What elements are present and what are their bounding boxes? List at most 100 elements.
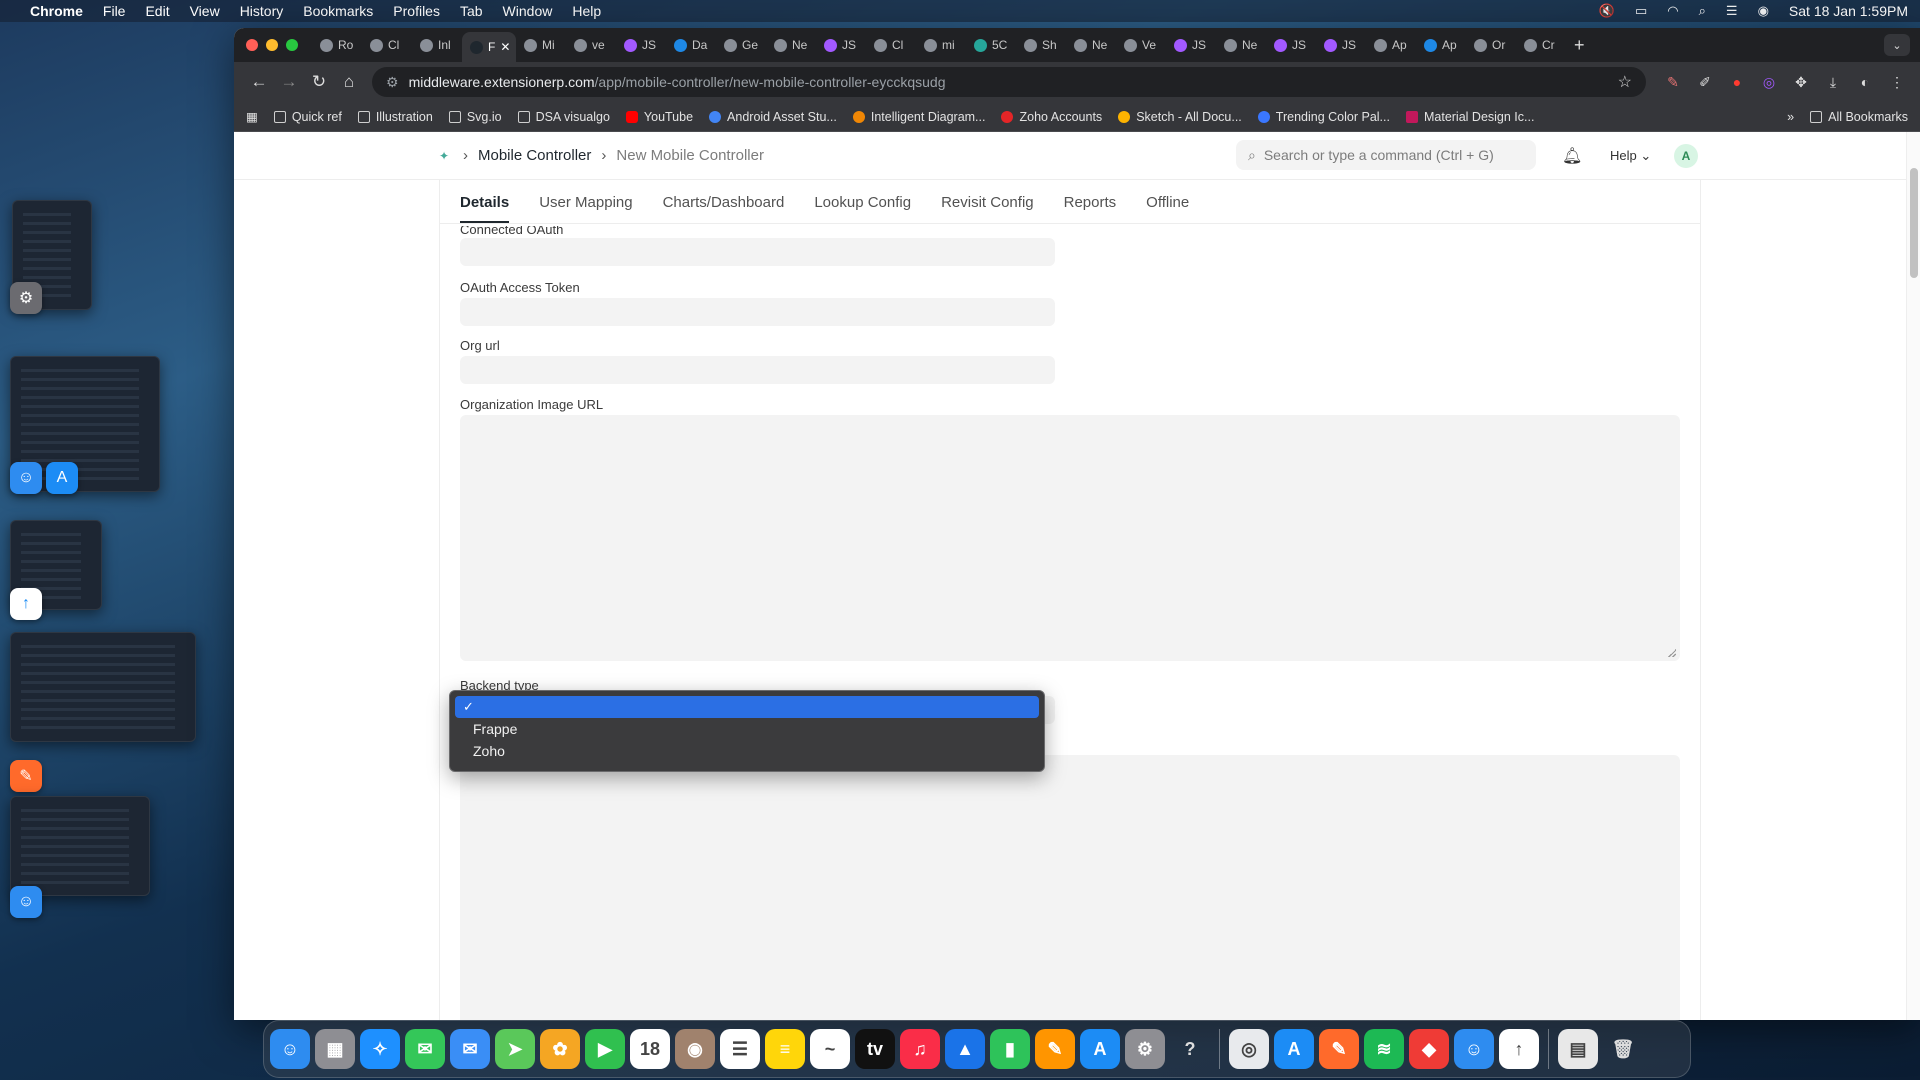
page-scrollbar[interactable]	[1906, 132, 1920, 1020]
sketch-pen-icon[interactable]: ✎	[10, 760, 42, 792]
contacts-icon[interactable]: ◉	[675, 1029, 715, 1069]
bookmark-trending-color-palettes[interactable]: Trending Color Pal...	[1257, 110, 1390, 124]
notification-bell-icon[interactable]: 🔔︎	[1562, 146, 1582, 166]
browser-tab[interactable]: JS	[1316, 32, 1366, 58]
maps-icon[interactable]: ➤	[495, 1029, 535, 1069]
breadcrumb-mobile-controller[interactable]: Mobile Controller	[478, 147, 591, 164]
menubar-clock[interactable]: Sat 18 Jan 1:59PM	[1789, 3, 1908, 19]
browser-tab[interactable]: mi	[916, 32, 966, 58]
bookmark-zoho-accounts[interactable]: Zoho Accounts	[1001, 110, 1102, 124]
help-dropdown[interactable]: Help ⌄	[1610, 148, 1651, 164]
backend-option-frappe[interactable]: Frappe	[455, 718, 1039, 740]
finder-icon[interactable]: ☺	[270, 1029, 310, 1069]
menu-file[interactable]: File	[103, 3, 126, 19]
launchpad-icon[interactable]: ▦	[315, 1029, 355, 1069]
anydesk-icon[interactable]: ◆	[1409, 1029, 1449, 1069]
safari-icon[interactable]: ✧	[360, 1029, 400, 1069]
browser-tab[interactable]: Mi	[516, 32, 566, 58]
browser-tab[interactable]: Ap	[1366, 32, 1416, 58]
tab-search-chevron-icon[interactable]: ⌄	[1884, 34, 1910, 56]
browser-tab[interactable]: Or	[1466, 32, 1516, 58]
calendar-icon[interactable]: 18	[630, 1029, 670, 1069]
spotify-icon[interactable]: ≋	[1364, 1029, 1404, 1069]
display-icon[interactable]: ▭	[1635, 3, 1647, 19]
bookmark-sketch-docs[interactable]: Sketch - All Docu...	[1118, 110, 1242, 124]
siri-icon[interactable]: ◉	[1758, 3, 1769, 19]
browser-tab[interactable]: Cr	[1516, 32, 1566, 58]
sketch-pen-icon[interactable]: ✎	[1319, 1029, 1359, 1069]
bookmark-android-asset-studio[interactable]: Android Asset Stu...	[709, 110, 837, 124]
keynote-icon[interactable]: ▲	[945, 1029, 985, 1069]
stage-window-thumbnail[interactable]	[10, 632, 196, 742]
organization-image-url-textarea[interactable]	[460, 415, 1680, 661]
extension-icon[interactable]: ✎	[1660, 69, 1686, 95]
chrome-icon[interactable]: ◎	[1229, 1029, 1269, 1069]
xcode-instruments-icon[interactable]: A	[1274, 1029, 1314, 1069]
browser-tab[interactable]: Ge	[716, 32, 766, 58]
all-bookmarks-button[interactable]: All Bookmarks	[1810, 110, 1908, 124]
numbers-icon[interactable]: ▮	[990, 1029, 1030, 1069]
browser-tab[interactable]: Ne	[1066, 32, 1116, 58]
help-icon[interactable]: ?	[1170, 1029, 1210, 1069]
browser-tab[interactable]: Inl	[412, 32, 462, 58]
system-settings-icon[interactable]: ⚙	[1125, 1029, 1165, 1069]
tab-user-mapping[interactable]: User Mapping	[539, 194, 632, 223]
bookmark-svg-io[interactable]: Svg.io	[448, 110, 502, 124]
browser-tab[interactable]: Sh	[1016, 32, 1066, 58]
backend-option-blank[interactable]: ✓	[455, 696, 1039, 718]
pages-icon[interactable]: ✎	[1035, 1029, 1075, 1069]
zoom-window-button[interactable]	[286, 39, 298, 51]
menu-bookmarks[interactable]: Bookmarks	[303, 3, 373, 19]
notes-icon[interactable]: ≡	[765, 1029, 805, 1069]
reload-icon[interactable]: ↻	[304, 72, 334, 92]
next-field-textarea[interactable]	[460, 755, 1680, 1020]
bookmarks-overflow-icon[interactable]: »	[1787, 110, 1794, 124]
scrollbar-thumb[interactable]	[1910, 168, 1918, 278]
bookmark-quick-ref[interactable]: Quick ref	[273, 110, 342, 124]
spotlight-search-icon[interactable]: ⌕	[1699, 3, 1706, 19]
menu-help[interactable]: Help	[572, 3, 601, 19]
bookmark-intelligent-diagram[interactable]: Intelligent Diagram...	[852, 110, 985, 124]
mail-icon[interactable]: ✉	[450, 1029, 490, 1069]
home-icon[interactable]: ⌂	[334, 72, 364, 92]
browser-tab[interactable]: JS	[616, 32, 666, 58]
back-arrow-icon[interactable]: ←	[244, 72, 274, 92]
browser-tab-active[interactable]: F ✕	[462, 32, 516, 62]
org-url-input[interactable]	[460, 356, 1055, 384]
bookmark-illustration[interactable]: Illustration	[357, 110, 433, 124]
new-tab-button[interactable]: +	[1574, 35, 1585, 56]
tab-revisit-config[interactable]: Revisit Config	[941, 194, 1034, 223]
user-avatar[interactable]: A	[1674, 144, 1698, 168]
finder-icon[interactable]: ☺	[10, 462, 42, 494]
control-center-icon[interactable]: ☰	[1726, 3, 1738, 19]
resize-handle-icon[interactable]	[1668, 649, 1676, 657]
browser-tab[interactable]: Cl	[362, 32, 412, 58]
bookmark-material-design-icons[interactable]: Material Design Ic...	[1405, 110, 1534, 124]
apps-grid-icon[interactable]: ▦	[246, 109, 258, 124]
browser-tab[interactable]: Cl	[866, 32, 916, 58]
stage-window-thumbnail[interactable]	[10, 796, 150, 896]
browser-tab[interactable]: Ve	[1116, 32, 1166, 58]
system-settings-icon[interactable]: ⚙	[10, 282, 42, 314]
forward-arrow-icon[interactable]: →	[274, 72, 304, 92]
freeform-icon[interactable]: ~	[810, 1029, 850, 1069]
browser-tab[interactable]: Ro	[312, 32, 362, 58]
browser-tab[interactable]: Ap	[1416, 32, 1466, 58]
extension-icon[interactable]: ◎	[1756, 69, 1782, 95]
browser-tab[interactable]: 5C	[966, 32, 1016, 58]
tab-lookup-config[interactable]: Lookup Config	[814, 194, 911, 223]
menu-window[interactable]: Window	[503, 3, 553, 19]
browser-tab[interactable]: JS	[1166, 32, 1216, 58]
browser-tab[interactable]: Da	[666, 32, 716, 58]
browser-tab[interactable]: JS	[1266, 32, 1316, 58]
close-tab-icon[interactable]: ✕	[500, 40, 510, 54]
app-store-icon[interactable]: A	[1080, 1029, 1120, 1069]
menu-view[interactable]: View	[190, 3, 220, 19]
photos-icon[interactable]: ✿	[540, 1029, 580, 1069]
wifi-icon[interactable]: ◠	[1667, 3, 1678, 19]
mute-icon[interactable]: 🔇	[1599, 3, 1615, 19]
facetime-icon[interactable]: ▶	[585, 1029, 625, 1069]
close-window-button[interactable]	[246, 39, 258, 51]
document-icon[interactable]: ▤	[1558, 1029, 1598, 1069]
transfer-icon[interactable]: ↑	[1499, 1029, 1539, 1069]
